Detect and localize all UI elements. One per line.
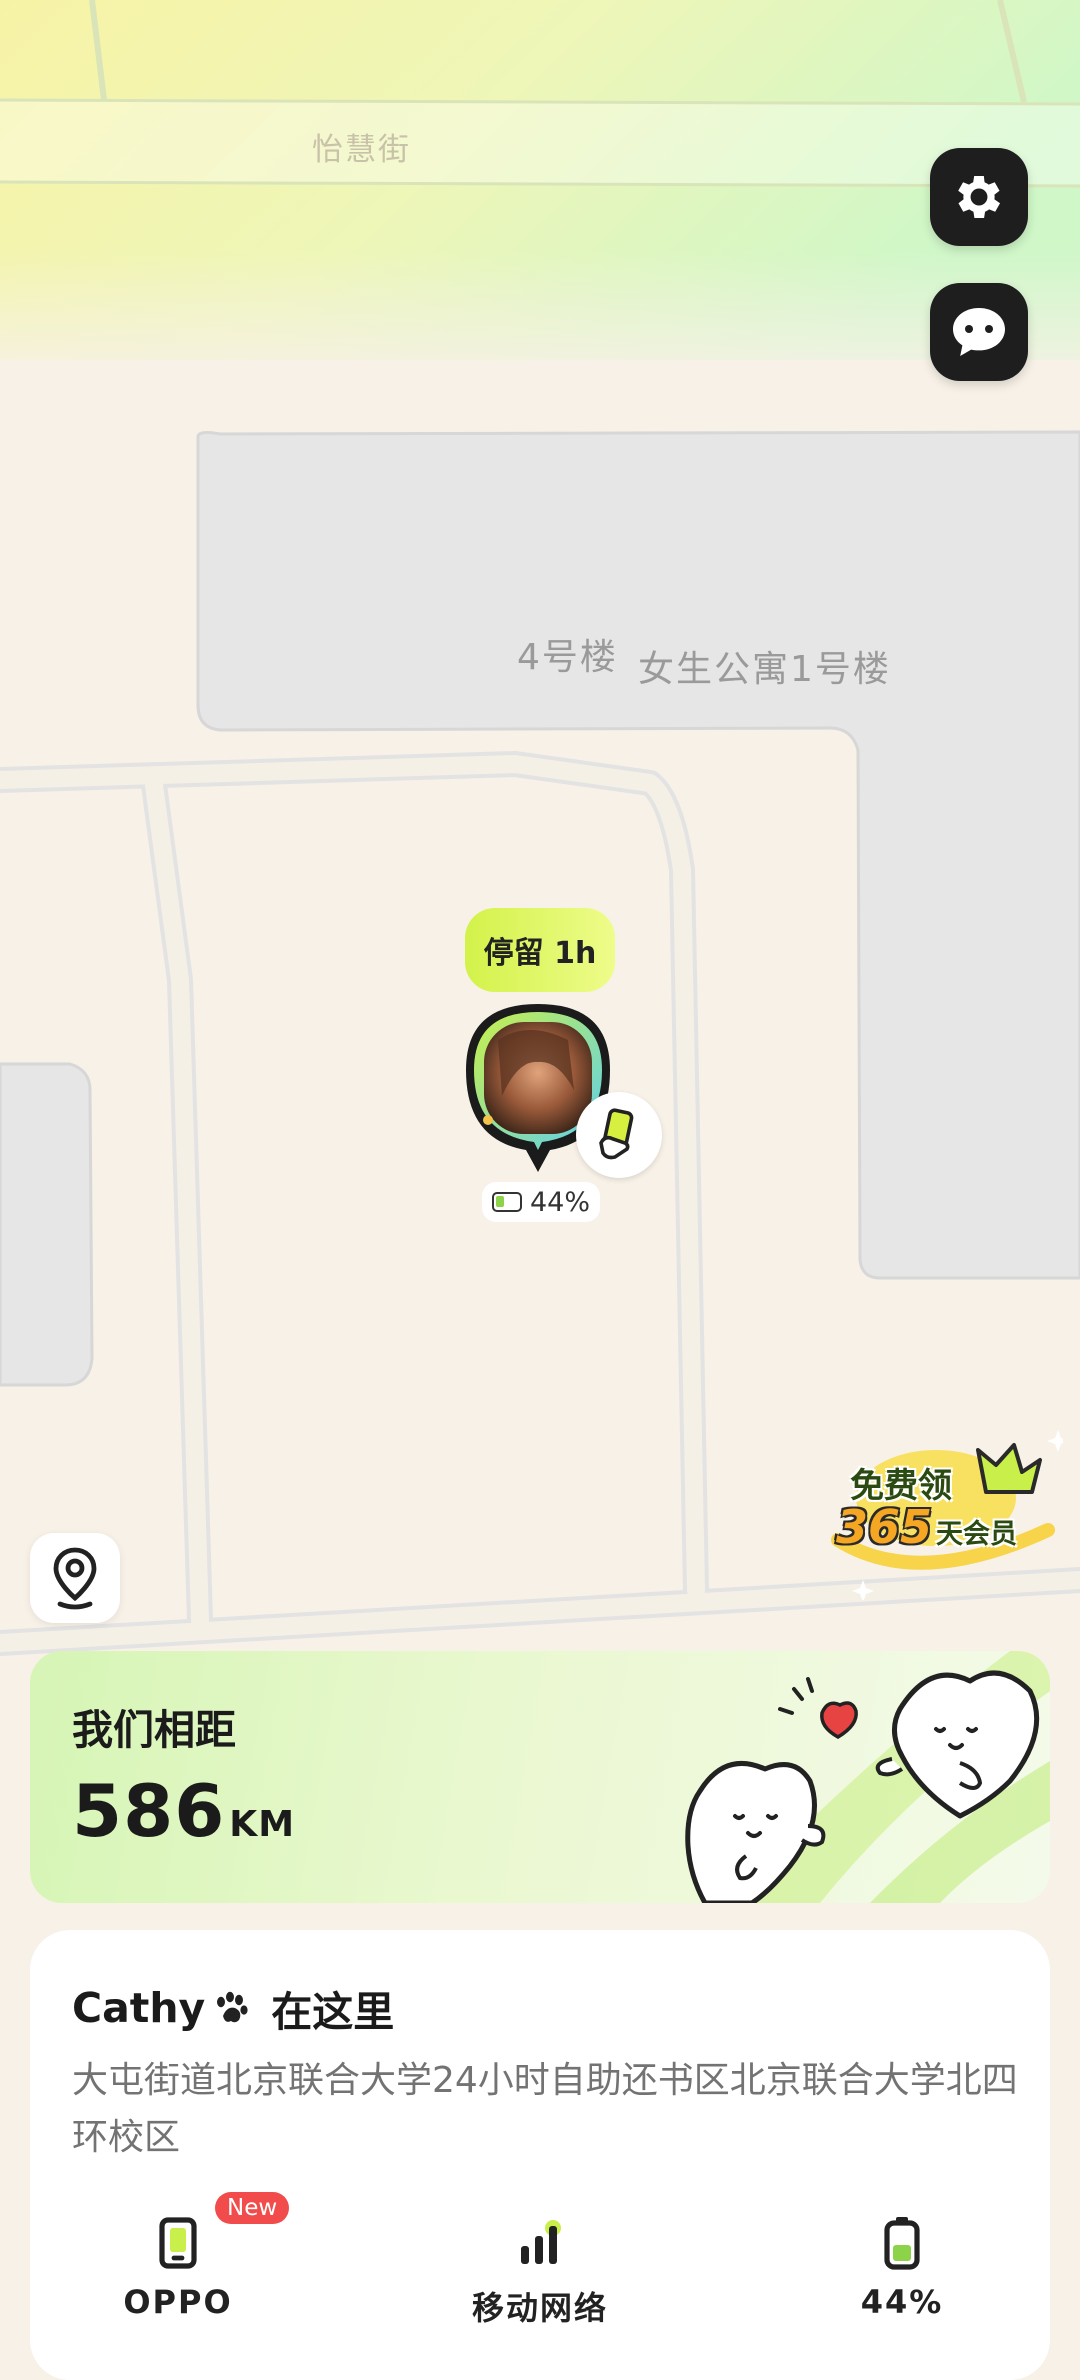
battery-icon [492,1192,522,1212]
settings-button[interactable] [930,148,1028,246]
promo-line-2: 天会员 [936,1519,1018,1550]
device-model-label: OPPO [123,2283,233,2321]
locate-button[interactable] [30,1533,120,1623]
distance-unit: KM [229,1804,296,1845]
hearts-illustration [685,1651,1050,1903]
street-label: 怡慧街 [312,132,411,168]
battery-label: 44% [860,2283,944,2321]
partner-location-card: Cathy 在这里 大屯街道北京联合大学24小时自助还书区北京联合大学北四环校区… [30,1930,1050,2380]
promo-number: 365 [836,1500,933,1554]
device-model-stat[interactable]: OPPO [58,2208,298,2328]
membership-promo-sticker[interactable]: 免费领 365 天会员 [818,1420,1069,1602]
distance-number: 586 [72,1769,226,1853]
device-status-badge [576,1092,662,1178]
distance-card: 我们相距 586 KM [30,1651,1050,1903]
phone-in-hand-icon [599,1108,634,1160]
signal-icon [521,2220,561,2264]
distance-title: 我们相距 [72,1706,236,1754]
location-pin-icon [53,1547,97,1610]
partner-address: 大屯街道北京联合大学24小时自助还书区北京联合大学北四环校区 [72,2060,1018,2158]
chat-button[interactable] [930,283,1028,381]
building-label: 女生公寓1号楼 [638,649,891,690]
building-label: 4号楼 [517,637,618,678]
paw-icon [217,1991,248,2023]
partner-location-title: Cathy 在这里 [72,1978,394,2038]
partner-location-suffix: 在这里 [271,1988,395,2036]
phone-icon [159,2217,197,2269]
gear-icon [958,175,1001,219]
battery-icon [884,2217,920,2270]
chat-bubble-icon [953,308,1005,356]
partner-battery-text: 44% [530,1186,591,1218]
stay-duration-bubble: 停留 1h [465,908,615,992]
partner-battery-indicator: 44% [482,1182,601,1222]
network-stat[interactable]: 移动网络 [420,2208,660,2328]
new-badge: New [215,2192,290,2224]
partner-name: Cathy [72,1984,206,2032]
partner-avatar-marker[interactable] [458,1000,662,1190]
network-label: 移动网络 [471,2289,608,2327]
battery-stat[interactable]: 44% [782,2208,1022,2328]
distance-value: 586 KM [72,1769,295,1853]
